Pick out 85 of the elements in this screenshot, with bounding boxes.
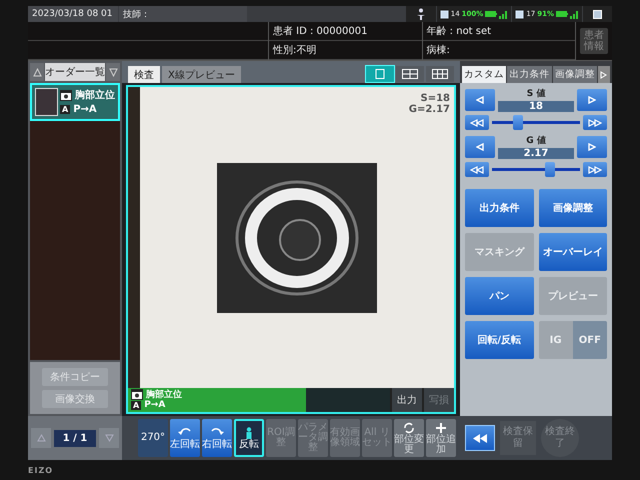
direction-label: P→A bbox=[144, 400, 166, 410]
thumbnail-placeholder bbox=[35, 88, 58, 116]
date-time: 2023/03/18 08 01 bbox=[28, 6, 118, 22]
left-arrow-icon bbox=[476, 96, 484, 104]
panel-tab[interactable]: 画像調整 bbox=[552, 66, 597, 83]
decrease-button[interactable] bbox=[465, 136, 495, 158]
fast-increase-button[interactable] bbox=[583, 162, 607, 177]
exam-item[interactable]: 胸部立位 A P→A bbox=[30, 83, 120, 121]
back-button[interactable] bbox=[465, 425, 495, 451]
cassette-icon bbox=[515, 10, 524, 18]
fast-decrease-button[interactable] bbox=[465, 115, 489, 130]
plus-icon bbox=[435, 422, 447, 434]
function-button[interactable]: パン bbox=[465, 277, 534, 315]
brand-logo: EIZO bbox=[28, 466, 54, 474]
tool-button[interactable]: 部位追加 bbox=[426, 419, 456, 457]
cassette-icon bbox=[440, 10, 449, 18]
up-triangle-icon bbox=[36, 434, 46, 442]
double-left-arrow-icon bbox=[470, 118, 484, 126]
fast-decrease-button[interactable] bbox=[465, 162, 489, 177]
function-button[interactable]: 出力条件 bbox=[465, 189, 534, 227]
figure-icon bbox=[244, 426, 254, 438]
body-part: 胸部立位 bbox=[75, 88, 115, 102]
parameter-title: S 値 bbox=[526, 88, 546, 100]
image-parameter: G=2.17 bbox=[408, 104, 450, 115]
double-right-arrow-icon bbox=[588, 118, 602, 126]
slider-thumb[interactable] bbox=[545, 162, 556, 177]
viewer-tab[interactable]: 検査 bbox=[128, 66, 160, 83]
grid-pane-icon bbox=[432, 69, 448, 79]
person-icon bbox=[416, 8, 426, 20]
body-part: 胸部立位 bbox=[146, 390, 182, 400]
function-button[interactable]: 画像調整 bbox=[538, 189, 607, 227]
right-triangle-icon bbox=[600, 70, 608, 78]
tool-button[interactable]: 部位変更 bbox=[394, 419, 424, 457]
patient-id: 患者 ID : 00000001 bbox=[269, 22, 422, 41]
parameter-title: G 値 bbox=[525, 134, 547, 147]
tool-button[interactable]: 右回転 bbox=[202, 419, 232, 457]
direction-label: P→A bbox=[73, 104, 97, 115]
down-triangle-icon bbox=[108, 68, 118, 76]
right-arrow-icon bbox=[588, 142, 596, 150]
tool-button[interactable]: 左回転 bbox=[170, 419, 200, 457]
down-triangle-icon bbox=[104, 434, 114, 442]
marker-label: A bbox=[60, 105, 70, 114]
tool-button[interactable]: 反転 bbox=[234, 419, 264, 457]
two-pane-icon bbox=[402, 69, 418, 79]
next-tab-button[interactable] bbox=[598, 66, 610, 83]
increase-button[interactable] bbox=[577, 136, 607, 158]
double-right-arrow-icon bbox=[588, 166, 602, 174]
refresh-icon bbox=[403, 422, 415, 434]
decrease-button[interactable] bbox=[465, 88, 495, 110]
window-icon bbox=[593, 10, 602, 18]
function-button[interactable]: 回転/反転 bbox=[465, 321, 534, 359]
increase-button[interactable] bbox=[577, 88, 607, 110]
scroll-up-button[interactable] bbox=[30, 63, 44, 81]
panel-tab[interactable]: 出力条件 bbox=[507, 66, 552, 83]
left-arrow-icon bbox=[476, 142, 484, 150]
up-triangle-icon bbox=[32, 68, 42, 76]
double-left-arrow-icon bbox=[473, 434, 487, 442]
layout-button[interactable] bbox=[366, 66, 394, 82]
parameter-value: 2.17 bbox=[498, 148, 574, 159]
technician-label: 技師： bbox=[119, 6, 247, 22]
tool-button[interactable]: 270° bbox=[138, 419, 168, 457]
double-left-arrow-icon bbox=[470, 166, 484, 174]
patient-info-button[interactable]: 患者情報 bbox=[580, 28, 608, 54]
function-button[interactable]: オーバーレイ bbox=[538, 233, 607, 271]
signal-icon bbox=[570, 10, 579, 18]
camera-icon bbox=[60, 90, 72, 100]
battery-icon bbox=[556, 11, 568, 17]
image-action-button[interactable]: 出力 bbox=[392, 388, 422, 412]
panel-tab[interactable]: カスタム bbox=[462, 66, 506, 83]
right-arrow-icon bbox=[588, 96, 596, 104]
viewer-tab[interactable]: X線プレビュー bbox=[162, 66, 241, 83]
layout-button[interactable] bbox=[396, 66, 424, 82]
parameter-value: 18 bbox=[498, 101, 574, 112]
scroll-down-button[interactable] bbox=[106, 63, 120, 81]
patient-age: 年齢 : not set bbox=[422, 22, 575, 41]
patient-sex: 性別:不明 bbox=[269, 41, 422, 60]
battery-icon bbox=[485, 11, 498, 17]
layout-button[interactable] bbox=[426, 66, 454, 82]
patient-ward: 病棟: bbox=[422, 41, 575, 60]
order-list-tab[interactable]: オーダー一覧 bbox=[45, 63, 105, 81]
slider-thumb[interactable] bbox=[513, 115, 524, 130]
image-parameter: S=18 bbox=[420, 93, 450, 104]
page-indicator: 1 / 1 bbox=[54, 430, 96, 446]
signal-icon bbox=[499, 10, 508, 18]
fast-increase-button[interactable] bbox=[583, 115, 607, 130]
